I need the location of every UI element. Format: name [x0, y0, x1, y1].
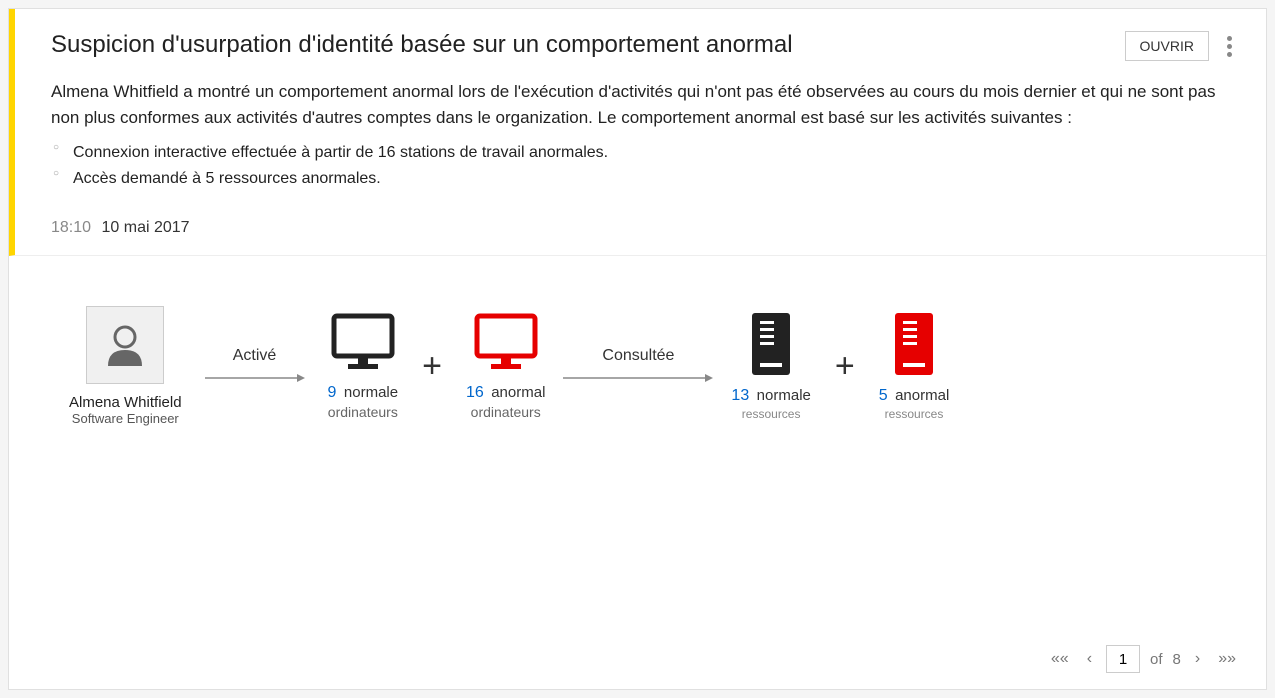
arrow-label: Consultée [602, 347, 674, 365]
first-page-icon[interactable]: «« [1047, 648, 1073, 670]
page-input[interactable] [1106, 645, 1140, 673]
alert-card: Suspicion d'usurpation d'identité basée … [8, 8, 1267, 690]
plus-icon: + [835, 347, 855, 386]
user-name: Almena Whitfield [69, 394, 182, 411]
server-icon [891, 311, 937, 377]
bullet-item: Accès demandé à 5 ressources anormales. [73, 166, 1236, 192]
activity-diagram: Almena Whitfield Software Engineer Activ… [9, 256, 1266, 426]
plus-icon: + [422, 347, 442, 386]
arrow-activated: Activé [200, 347, 310, 385]
entity-sub: ordinateurs [328, 404, 398, 420]
alert-time: 18:10 [51, 219, 91, 236]
entity-sub: ressources [742, 407, 801, 421]
count-label: 5 anormal [879, 387, 950, 405]
next-page-icon[interactable]: › [1191, 648, 1204, 670]
count-label: 9 normale [328, 384, 399, 402]
total-pages: 8 [1173, 651, 1181, 668]
user-entity[interactable]: Almena Whitfield Software Engineer [69, 306, 182, 426]
arrow-accessed: Consultée [563, 347, 713, 385]
alert-title: Suspicion d'usurpation d'identité basée … [51, 31, 793, 59]
title-row: Suspicion d'usurpation d'identité basée … [51, 31, 1236, 61]
arrow-icon [205, 371, 305, 385]
abnormal-resources[interactable]: 5 anormal ressources [879, 311, 950, 421]
normal-resources[interactable]: 13 normale ressources [731, 311, 810, 421]
server-icon [748, 311, 794, 377]
prev-page-icon[interactable]: ‹ [1083, 648, 1096, 670]
alert-header: Suspicion d'usurpation d'identité basée … [9, 9, 1266, 256]
open-button[interactable]: OUVRIR [1125, 31, 1209, 61]
last-page-icon[interactable]: »» [1214, 648, 1240, 670]
monitor-icon [328, 312, 398, 374]
more-menu-icon[interactable] [1223, 32, 1236, 61]
title-actions: OUVRIR [1125, 31, 1236, 61]
arrow-icon [563, 371, 713, 385]
normal-computers[interactable]: 9 normale ordinateurs [328, 312, 399, 420]
count-label: 16 anormal [466, 384, 545, 402]
count-label: 13 normale [731, 387, 810, 405]
timestamp: 18:10 10 mai 2017 [51, 219, 1236, 237]
monitor-icon [471, 312, 541, 374]
entity-sub: ressources [885, 407, 944, 421]
avatar-icon [86, 306, 164, 384]
bullet-item: Connexion interactive effectuée à partir… [73, 140, 1236, 166]
abnormal-computers[interactable]: 16 anormal ordinateurs [466, 312, 545, 420]
alert-date: 10 mai 2017 [102, 219, 190, 236]
entity-sub: ordinateurs [471, 404, 541, 420]
user-role: Software Engineer [72, 411, 179, 426]
pagination: «« ‹ of 8 › »» [1047, 645, 1240, 673]
alert-description: Almena Whitfield a montré un comportemen… [51, 79, 1236, 130]
arrow-label: Activé [233, 347, 277, 365]
of-label: of [1150, 651, 1163, 668]
alert-bullets: Connexion interactive effectuée à partir… [51, 140, 1236, 191]
